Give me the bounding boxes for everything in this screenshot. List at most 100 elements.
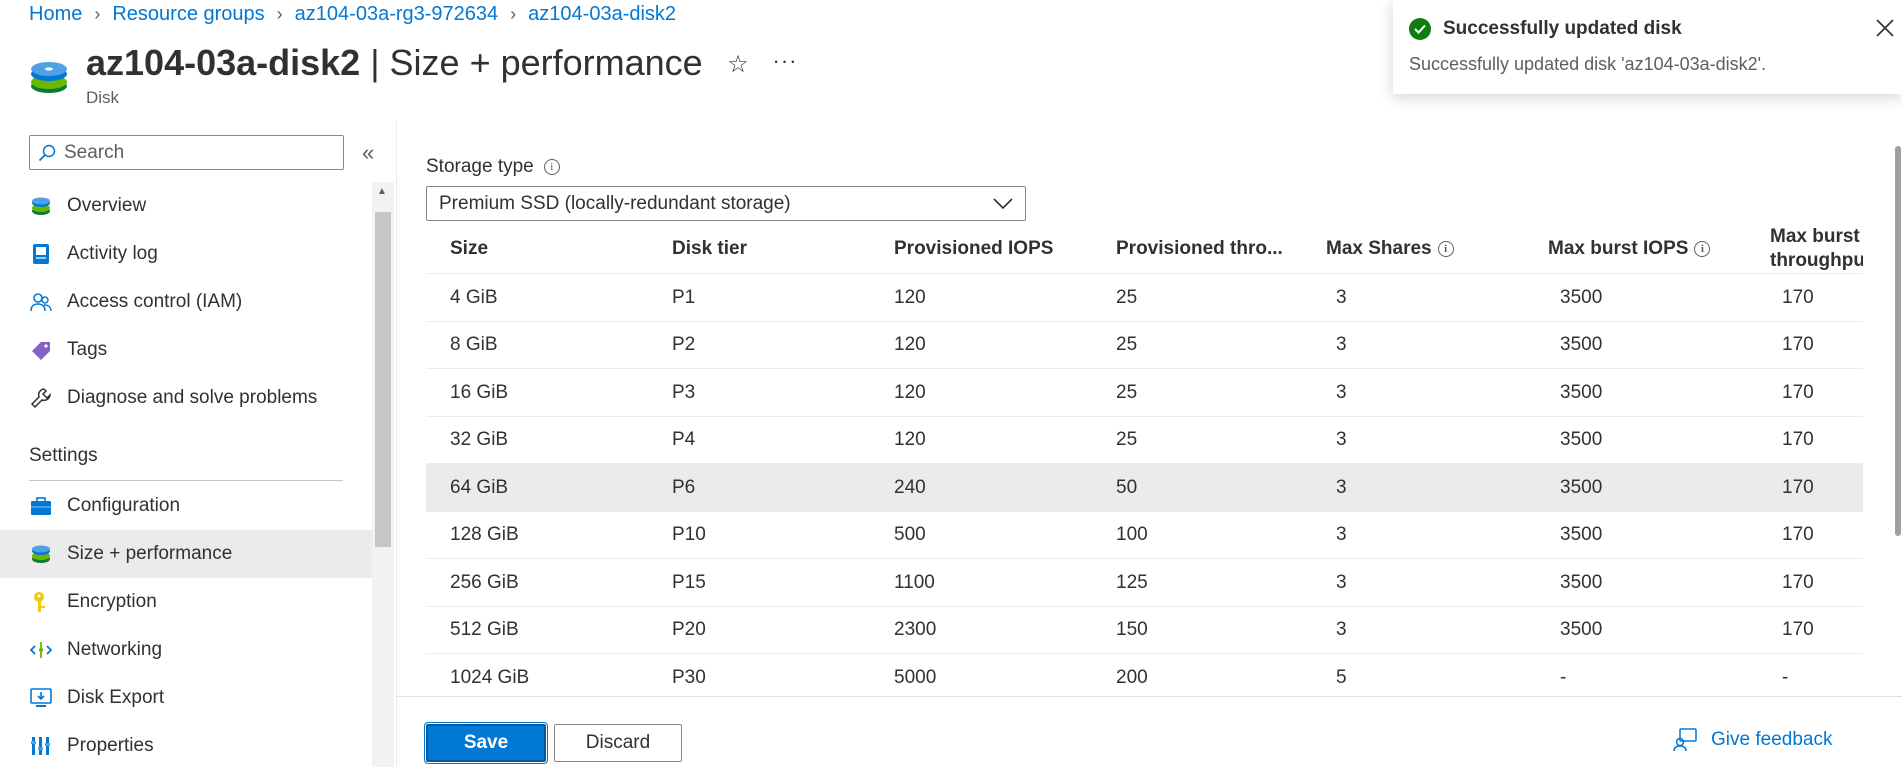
cell-size: 1024 GiB [450, 666, 530, 688]
cell-max-shares: 3 [1336, 381, 1347, 403]
cell-provisioned-throughput: 50 [1116, 476, 1138, 498]
favorite-star-icon[interactable]: ☆ [724, 50, 752, 78]
column-header-label-line1: Max burst [1770, 226, 1860, 247]
cell-size: 64 GiB [450, 476, 509, 498]
breadcrumb-home[interactable]: Home [29, 3, 82, 26]
footer-divider [397, 696, 1902, 697]
cell-size: 32 GiB [450, 429, 509, 450]
cell-max-burst-iops: 3500 [1560, 381, 1603, 403]
people-icon [29, 290, 53, 314]
cell-max-burst-throughput: 170 [1782, 334, 1814, 355]
sidebar-item-configuration[interactable]: Configuration [0, 482, 372, 530]
success-check-icon [1409, 18, 1431, 40]
cell-provisioned-throughput: 100 [1116, 524, 1148, 545]
sidebar-item-encryption[interactable]: Encryption [0, 578, 372, 626]
column-header-disk-tier[interactable]: Disk tier [672, 224, 747, 274]
breadcrumb-resource-group[interactable]: az104-03a-rg3-972634 [295, 3, 499, 26]
breadcrumb: Home › Resource groups › az104-03a-rg3-9… [29, 0, 676, 28]
sidebar-item-disk-export[interactable]: Disk Export [0, 674, 372, 722]
sidebar-item-properties[interactable]: Properties [0, 722, 372, 767]
cell-max-burst-iops: 3500 [1560, 334, 1603, 355]
search-icon [38, 144, 56, 161]
cell-disk-tier: P4 [672, 429, 696, 450]
sidebar-item-diagnose[interactable]: Diagnose and solve problems [0, 374, 372, 422]
table-row[interactable]: 256 GiB P15 1100 125 3 3500 170 [426, 559, 1863, 607]
storage-type-label: Storage type i [426, 156, 560, 178]
sidebar-item-size-performance[interactable]: Size + performance [0, 530, 372, 578]
notification-message: Successfully updated disk 'az104-03a-dis… [1409, 54, 1767, 74]
sidebar-item-label: Networking [67, 639, 163, 660]
scrollbar-thumb[interactable] [375, 212, 391, 547]
sidebar-item-label: Diagnose and solve problems [67, 387, 318, 408]
content-divider [396, 120, 397, 767]
table-row[interactable]: 512 GiB P20 2300 150 3 3500 170 [426, 607, 1863, 654]
cell-provisioned-iops: 500 [894, 524, 926, 545]
collapse-sidebar-button[interactable]: « [362, 140, 374, 166]
give-feedback-link[interactable]: Give feedback [1673, 728, 1832, 752]
column-header-max-burst-iops[interactable]: Max burst IOPS i [1548, 224, 1711, 274]
column-header-provisioned-iops[interactable]: Provisioned IOPS [894, 224, 1053, 274]
sidebar-item-label: Access control (IAM) [67, 291, 243, 312]
scroll-up-icon[interactable]: ▲ [377, 186, 387, 197]
chevron-down-icon [993, 197, 1013, 209]
info-icon[interactable]: i [1694, 241, 1711, 257]
page-title-separator: | [360, 42, 390, 83]
scrollbar-thumb[interactable] [1895, 146, 1901, 536]
storage-type-dropdown[interactable]: Premium SSD (locally-redundant storage) [426, 186, 1026, 221]
disk-icon [29, 194, 53, 218]
info-icon[interactable]: i [1437, 241, 1454, 257]
save-button[interactable]: Save [424, 722, 548, 764]
cell-provisioned-iops: 5000 [894, 666, 937, 688]
table-row[interactable]: 1024 GiB P30 5000 200 5 - - [426, 654, 1863, 696]
column-header-label: Max burst IOPS [1548, 238, 1689, 259]
chevron-right-icon: › [94, 3, 101, 24]
column-header-label-line2: throughpu [1770, 250, 1863, 271]
breadcrumb-resource-groups[interactable]: Resource groups [112, 3, 264, 26]
cell-disk-tier: P2 [672, 334, 696, 355]
cell-max-burst-throughput: 170 [1782, 619, 1814, 640]
table-row[interactable]: 128 GiB P10 500 100 3 3500 170 [426, 512, 1863, 559]
column-header-max-burst-throughput[interactable]: Max burst throughpu [1770, 224, 1863, 274]
breadcrumb-disk[interactable]: az104-03a-disk2 [528, 3, 676, 26]
section-divider [29, 480, 343, 481]
table-row[interactable]: 16 GiB P3 120 25 3 3500 170 [426, 369, 1863, 417]
toolbox-icon [29, 494, 53, 518]
sidebar-item-label: Tags [67, 339, 108, 360]
info-icon[interactable]: i [543, 159, 560, 175]
cell-provisioned-iops: 240 [894, 476, 926, 498]
cell-max-shares: 3 [1336, 334, 1347, 355]
cell-size: 16 GiB [450, 381, 509, 403]
cell-provisioned-throughput: 25 [1116, 334, 1138, 355]
column-header-provisioned-throughput[interactable]: Provisioned thro... [1116, 224, 1283, 274]
sidebar-item-label: Overview [67, 195, 147, 216]
cell-size: 4 GiB [450, 286, 498, 308]
cell-provisioned-iops: 120 [894, 286, 926, 308]
table-row[interactable]: 64 GiB P6 240 50 3 3500 170 [426, 464, 1863, 512]
cell-disk-tier: P10 [672, 524, 706, 545]
sidebar-item-tags[interactable]: Tags [0, 326, 372, 374]
cell-provisioned-throughput: 125 [1116, 571, 1148, 593]
sidebar-item-overview[interactable]: Overview [0, 182, 372, 230]
table-row[interactable]: 4 GiB P1 120 25 3 3500 170 [426, 274, 1863, 322]
feedback-icon [1673, 728, 1697, 752]
sidebar-scrollbar[interactable]: ▲ [372, 182, 394, 767]
close-icon[interactable] [1873, 16, 1897, 40]
more-options-button[interactable]: ··· [770, 48, 800, 76]
sidebar-search[interactable] [29, 135, 344, 170]
cell-disk-tier: P6 [672, 476, 696, 498]
main-scrollbar[interactable] [1894, 126, 1902, 686]
cell-disk-tier: P30 [672, 666, 706, 688]
sidebar-item-access-control[interactable]: Access control (IAM) [0, 278, 372, 326]
sidebar-item-activity-log[interactable]: Activity log [0, 230, 372, 278]
sidebar-item-label: Encryption [67, 591, 157, 612]
settings-section-header: Settings [29, 445, 98, 466]
table-row[interactable]: 32 GiB P4 120 25 3 3500 170 [426, 417, 1863, 464]
discard-button[interactable]: Discard [554, 724, 682, 762]
column-header-size[interactable]: Size [450, 224, 488, 274]
sidebar-search-input[interactable] [64, 141, 324, 164]
chevron-right-icon: › [276, 3, 283, 24]
column-header-max-shares[interactable]: Max Shares i [1326, 224, 1454, 274]
sidebar-item-networking[interactable]: Networking [0, 626, 372, 674]
table-row[interactable]: 8 GiB P2 120 25 3 3500 170 [426, 322, 1863, 369]
cell-provisioned-throughput: 25 [1116, 286, 1138, 308]
